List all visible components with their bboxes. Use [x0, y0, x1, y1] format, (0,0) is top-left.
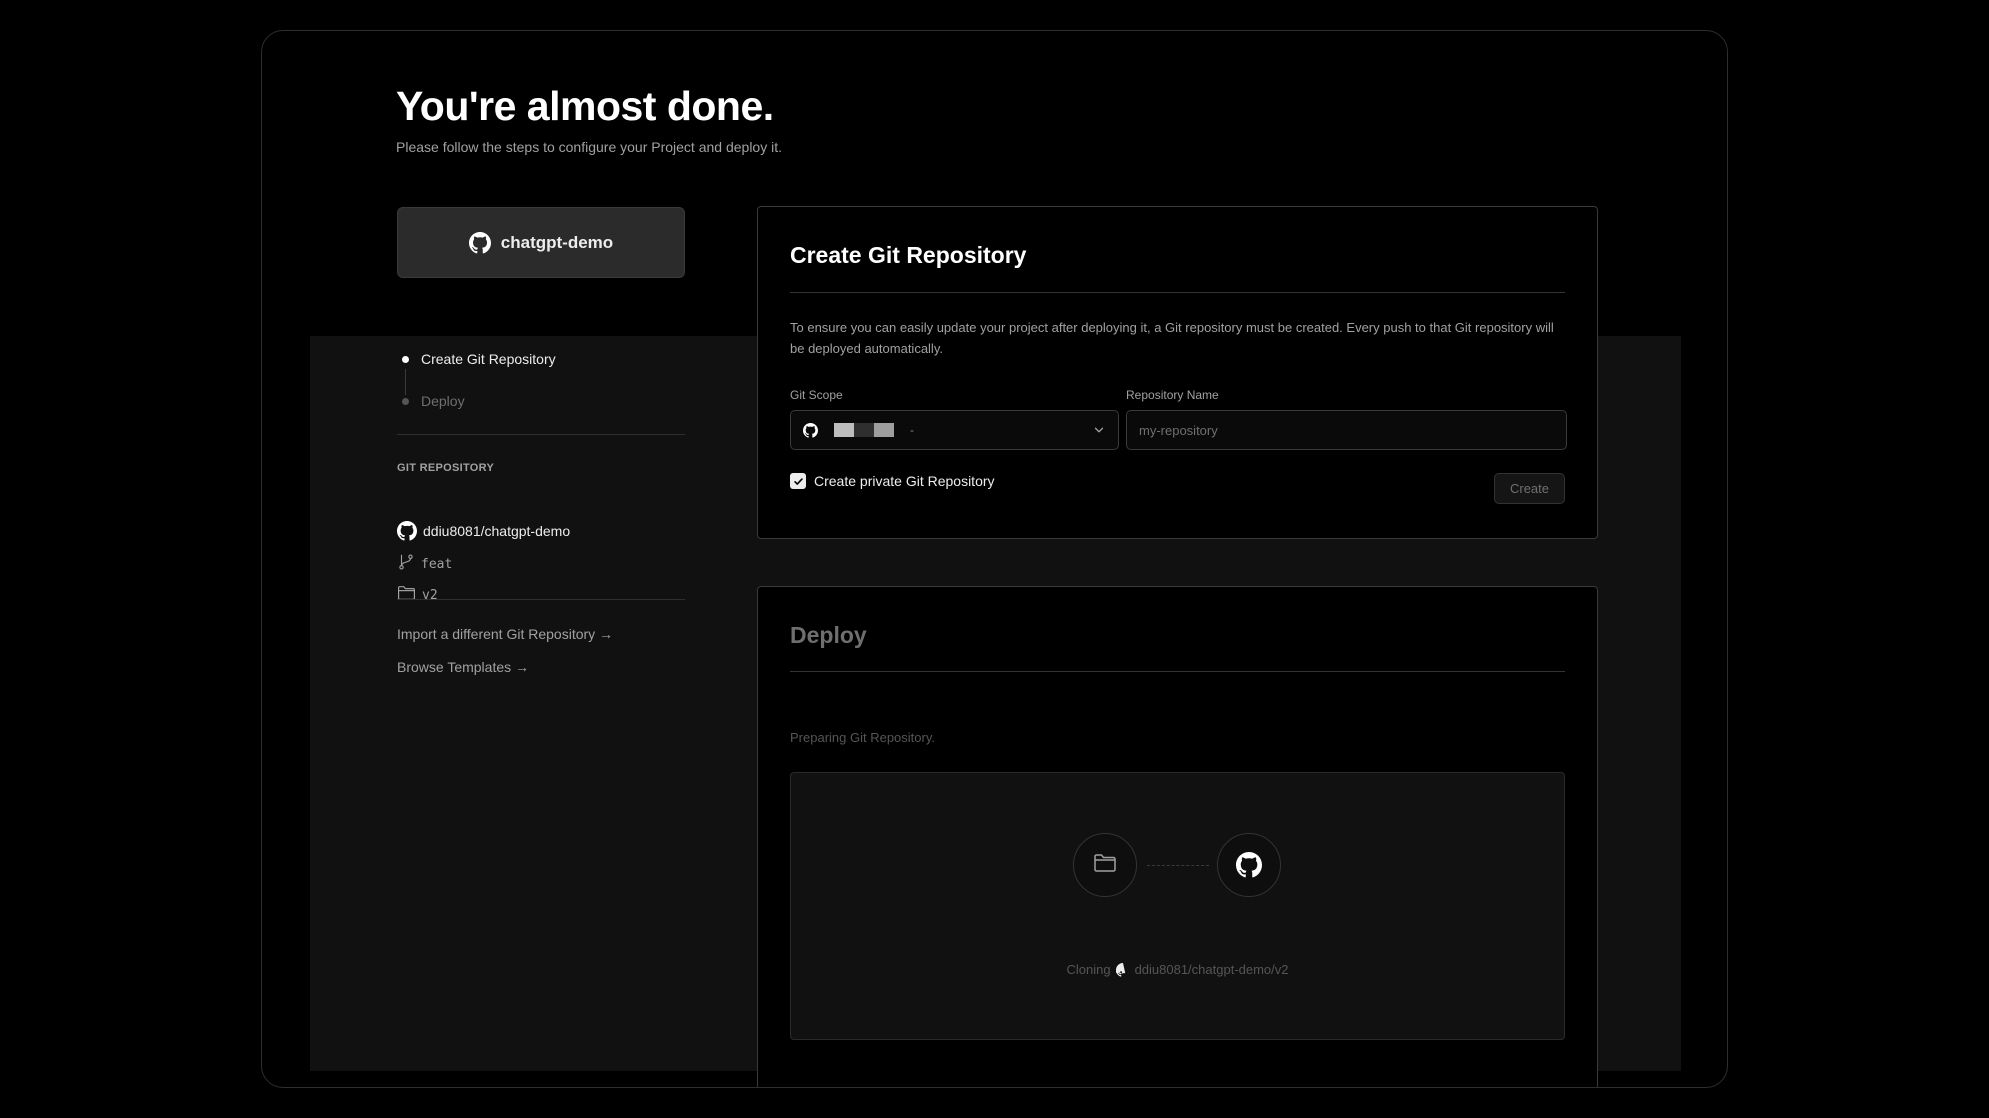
repository-name-label: Repository Name: [1126, 388, 1219, 402]
github-circle: [1217, 833, 1281, 897]
cloning-target: ddiu8081/chatgpt-demo/v2: [1134, 962, 1289, 977]
scope-avatar-redacted: [834, 423, 894, 437]
steps-list: Create Git Repository Deploy: [397, 348, 685, 412]
sidebar-divider: [397, 599, 685, 600]
git-branch-row: feat: [397, 553, 452, 575]
private-repo-label: Create private Git Repository: [814, 473, 995, 489]
panel-divider: [790, 671, 1565, 672]
chevron-down-icon: [1092, 423, 1106, 442]
folder-icon: [397, 585, 416, 605]
create-panel-description: To ensure you can easily update your pro…: [790, 320, 1554, 356]
github-icon: [1236, 852, 1262, 878]
cloning-prefix: Cloning: [1066, 962, 1111, 977]
sidebar-divider: [397, 434, 685, 435]
deploy-panel-title: Deploy: [790, 622, 867, 648]
step-label: Deploy: [421, 393, 465, 409]
git-scope-label: Git Scope: [790, 388, 843, 402]
git-directory-row: v2: [397, 585, 438, 605]
git-scope-select[interactable]: -: [790, 410, 1119, 450]
git-branch-name: feat: [421, 556, 453, 572]
app-frame: You're almost done. Please follow the st…: [261, 30, 1728, 1088]
repository-name-input[interactable]: [1126, 410, 1567, 450]
dashed-connector: [1147, 865, 1209, 866]
step-create-git-repository: Create Git Repository: [397, 348, 685, 395]
create-private-repo-checkbox[interactable]: Create private Git Repository: [790, 473, 995, 489]
folder-circle: [1073, 833, 1137, 897]
github-icon: [1115, 962, 1130, 977]
cloning-status: Cloning ddiu8081/chatgpt-demo/v2: [791, 962, 1564, 977]
create-button[interactable]: Create: [1494, 473, 1565, 504]
create-panel-title: Create Git Repository: [790, 242, 1027, 268]
step-label: Create Git Repository: [421, 351, 556, 367]
panel-divider: [790, 292, 1565, 293]
page-subtitle: Please follow the steps to configure you…: [396, 139, 782, 155]
repo-card[interactable]: chatgpt-demo: [397, 207, 685, 278]
page-title: You're almost done.: [396, 83, 774, 129]
step-pending-dot: [402, 398, 409, 405]
git-repo-name: ddiu8081/chatgpt-demo: [423, 523, 571, 539]
deploy-progress-box: Cloning ddiu8081/chatgpt-demo/v2: [790, 772, 1565, 1040]
checkbox-checked[interactable]: [790, 473, 806, 489]
browse-templates-link[interactable]: Browse Templates →: [397, 659, 529, 675]
deploy-panel: Deploy Preparing Git Repository. Cloning: [757, 586, 1598, 1087]
repo-card-name: chatgpt-demo: [500, 232, 614, 252]
git-directory-name: v2: [422, 587, 438, 603]
step-active-dot: [402, 356, 409, 363]
folder-icon: [1093, 853, 1117, 878]
github-icon: [803, 422, 818, 438]
scope-value: -: [910, 423, 914, 437]
github-icon: [468, 231, 491, 254]
git-repository-label: GIT REPOSITORY: [397, 462, 495, 474]
github-icon: [397, 521, 417, 541]
import-different-repo-link[interactable]: Import a different Git Repository →: [397, 626, 613, 642]
deploy-status: Preparing Git Repository.: [790, 730, 935, 745]
create-git-repository-panel: Create Git Repository To ensure you can …: [757, 206, 1598, 539]
git-branch-icon: [397, 553, 415, 575]
git-repo-row[interactable]: ddiu8081/chatgpt-demo: [397, 521, 570, 541]
step-deploy: Deploy: [397, 390, 685, 412]
